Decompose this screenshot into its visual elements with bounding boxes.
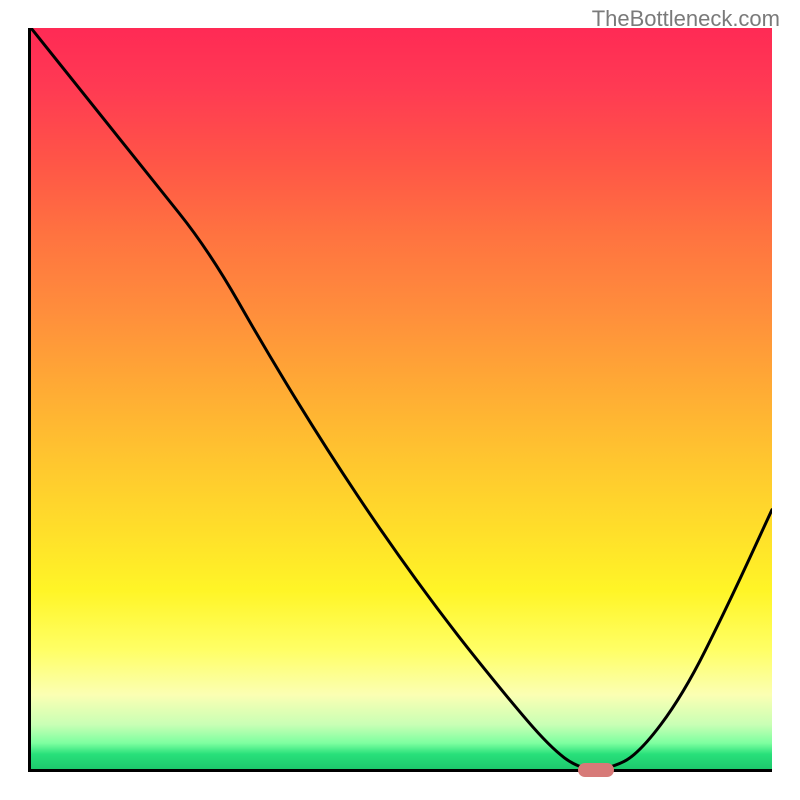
watermark-text: TheBottleneck.com (592, 6, 780, 32)
optimal-marker (578, 763, 614, 777)
chart-curve-svg (31, 28, 772, 769)
chart-plot-area (28, 28, 772, 772)
bottleneck-curve-line (31, 28, 772, 769)
